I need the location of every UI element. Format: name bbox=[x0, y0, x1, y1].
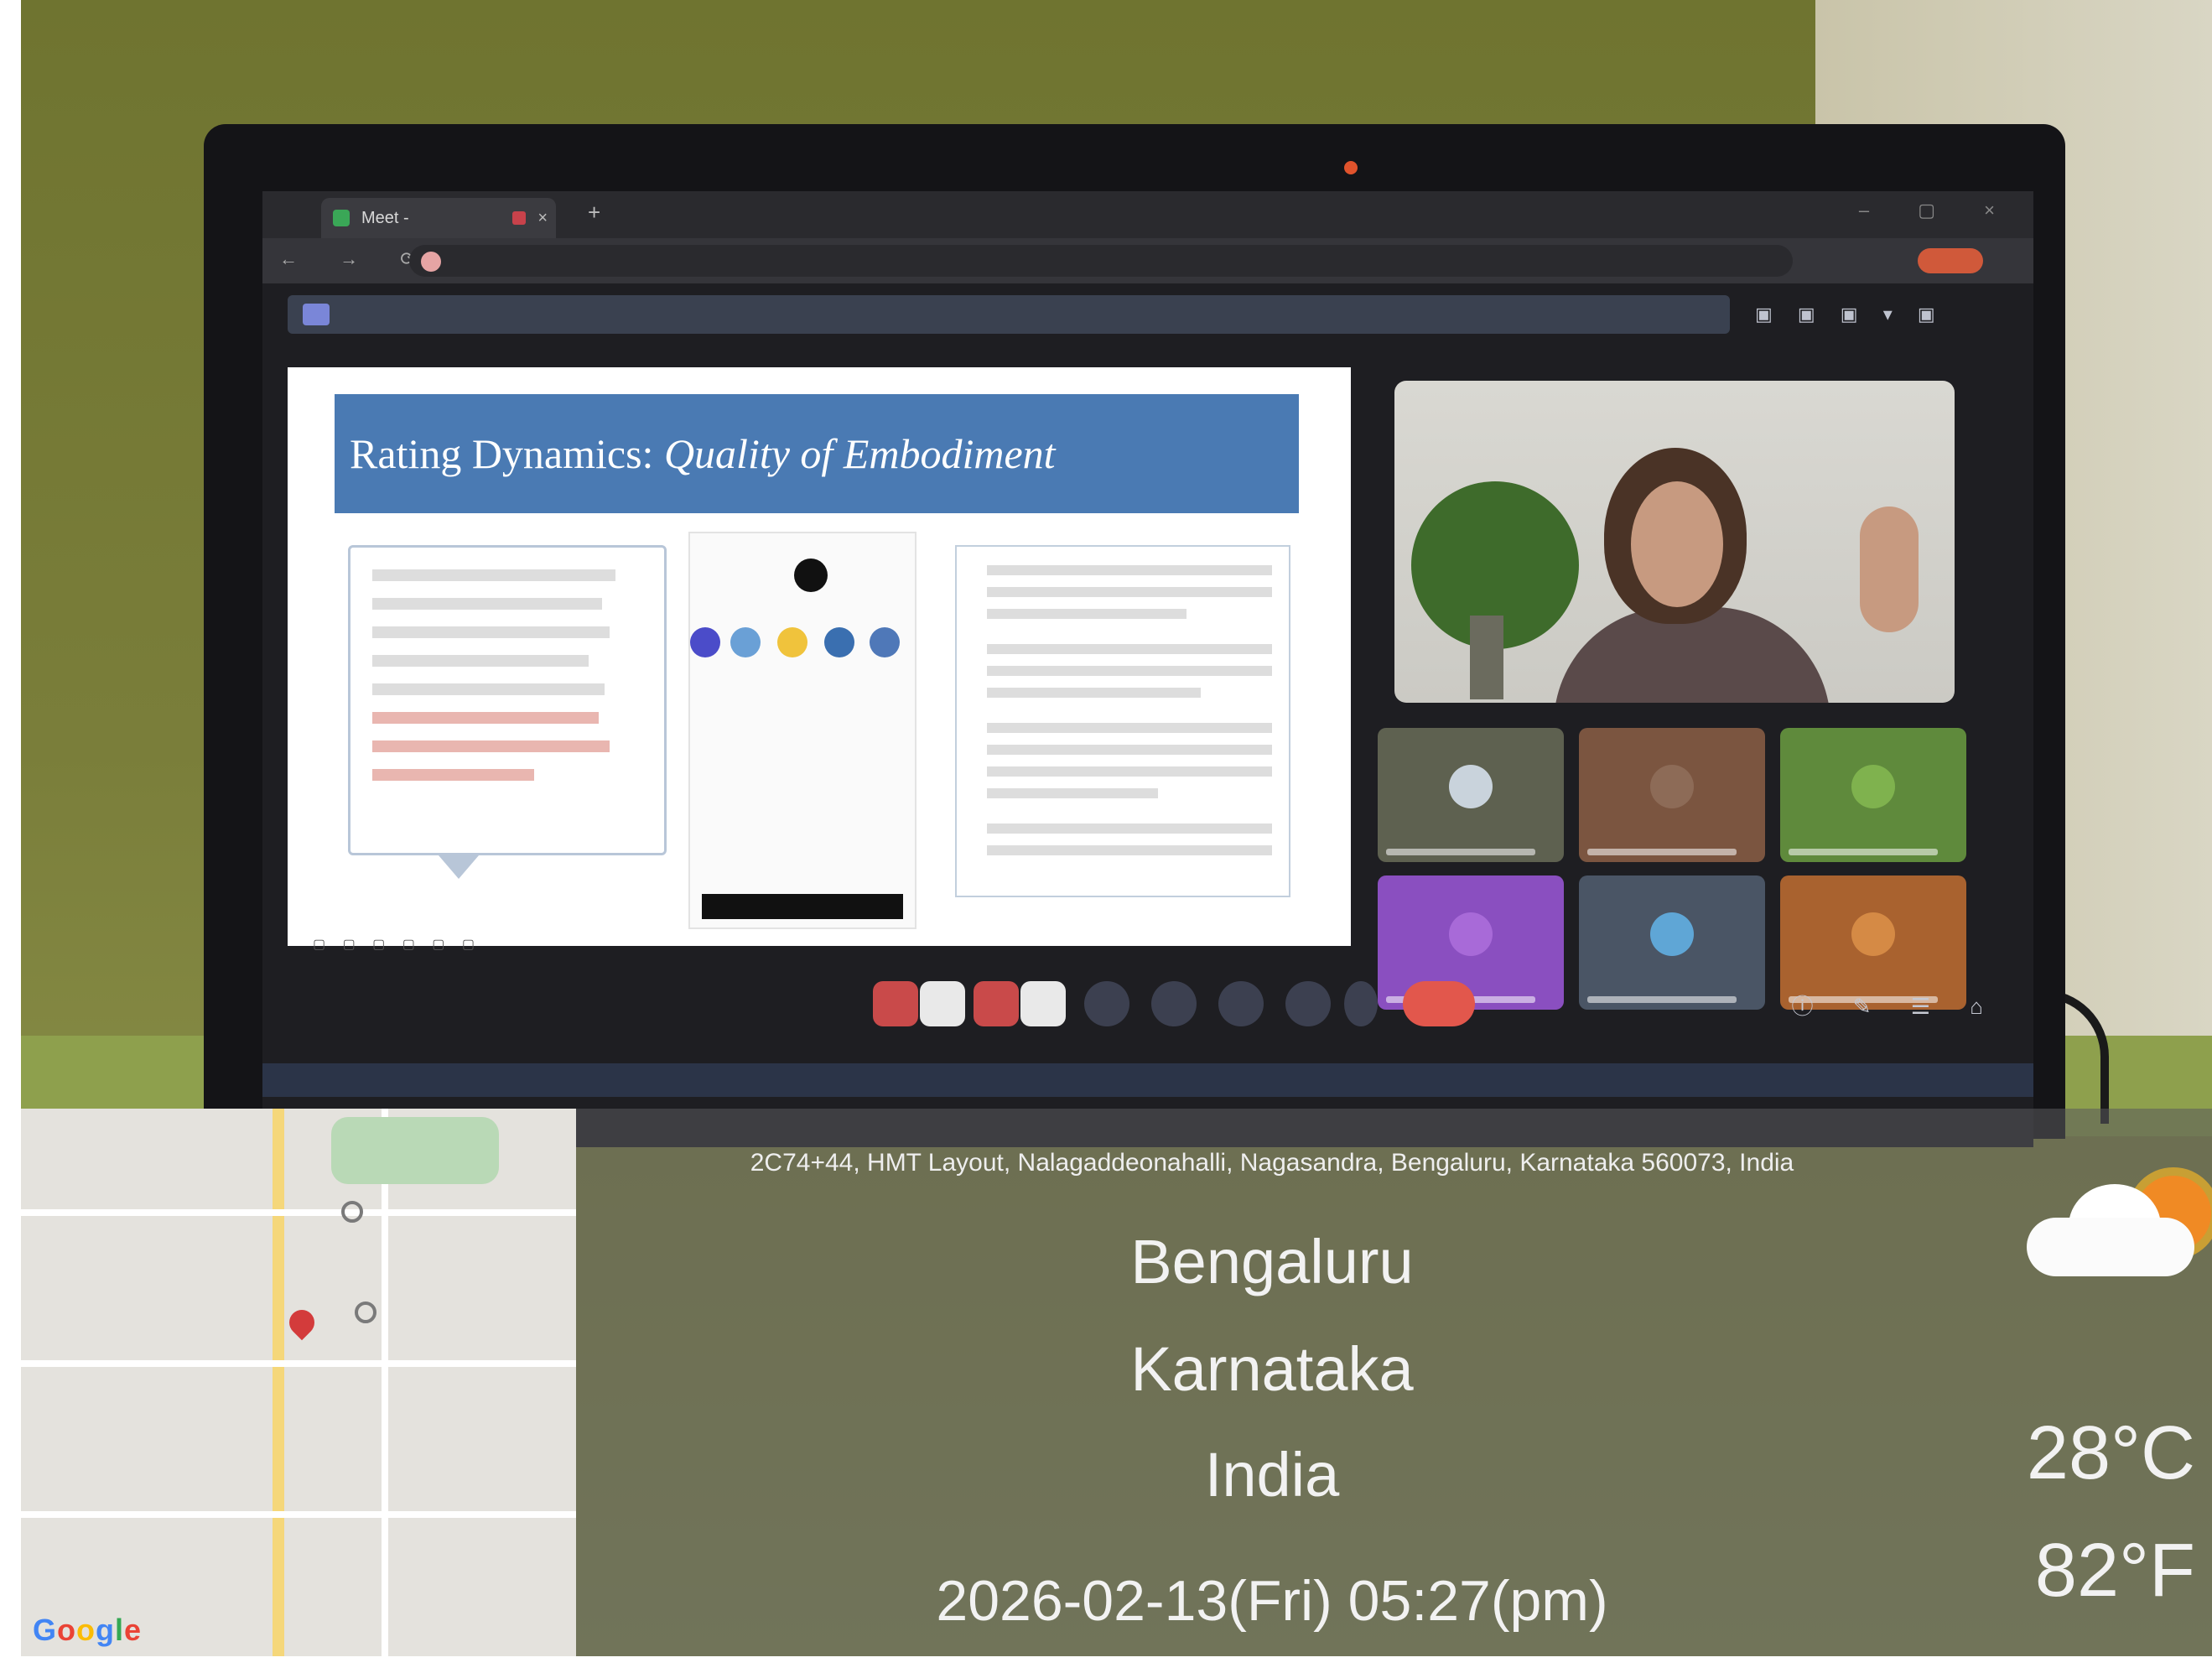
quote-callout bbox=[348, 545, 667, 855]
address-text: 2C74+44, HMT Layout, Nalagaddeonahalli, … bbox=[750, 1149, 1794, 1177]
location-map: Google bbox=[21, 1109, 576, 1656]
new-tab-button[interactable]: + bbox=[588, 200, 600, 226]
camera-off-button[interactable] bbox=[974, 981, 1019, 1026]
participant-name bbox=[1789, 849, 1938, 855]
avatar bbox=[1851, 765, 1895, 808]
city-text: Bengaluru bbox=[1130, 1227, 1414, 1296]
speaker-video-tile[interactable] bbox=[1394, 381, 1955, 703]
map-road bbox=[21, 1511, 576, 1518]
meet-logo-icon bbox=[303, 304, 330, 325]
avatar bbox=[1650, 912, 1694, 956]
app-screenshot bbox=[688, 532, 916, 929]
avatar bbox=[1851, 912, 1895, 956]
google-logo: Google bbox=[33, 1613, 143, 1647]
datetime-text: 2026-02-13(Fri) 05:27(pm) bbox=[936, 1569, 1608, 1633]
location-pin-icon bbox=[283, 1304, 320, 1341]
state-text: Karnataka bbox=[1130, 1334, 1414, 1404]
avatar bbox=[1650, 765, 1694, 808]
map-road bbox=[382, 1109, 388, 1656]
geotag-panel: 2C74+44, HMT Layout, Nalagaddeonahalli, … bbox=[576, 1109, 2212, 1656]
camera-options-button[interactable] bbox=[1020, 981, 1066, 1026]
present-button[interactable] bbox=[1218, 981, 1264, 1026]
shared-slide: Rating Dynamics: Quality of Embodiment ▢… bbox=[288, 367, 1351, 952]
side-panel-icons[interactable]: ⓘ ✎ ☰ ⌂ bbox=[1792, 990, 2000, 1021]
temperature-fahrenheit: 82°F bbox=[2034, 1529, 2195, 1613]
more-options-button[interactable] bbox=[1344, 981, 1378, 1026]
map-road bbox=[21, 1209, 576, 1216]
browser-tab-bar: Meet - × + – ▢ × bbox=[262, 191, 2033, 238]
reactions-button[interactable] bbox=[1151, 981, 1197, 1026]
quote-pointer bbox=[439, 855, 479, 879]
window-controls[interactable]: – ▢ × bbox=[1859, 200, 2017, 221]
captions-button[interactable] bbox=[1084, 981, 1129, 1026]
meeting-controls: ⓘ ✎ ☰ ⌂ bbox=[262, 971, 2033, 1038]
submit-bar bbox=[702, 894, 903, 919]
browser-toolbar: ← → ⟳ bbox=[262, 238, 2033, 283]
mic-off-button[interactable] bbox=[873, 981, 918, 1026]
leave-call-button[interactable] bbox=[1403, 981, 1475, 1026]
map-road bbox=[21, 1360, 576, 1367]
slide-title: Rating Dynamics: Quality of Embodiment bbox=[335, 394, 1299, 513]
webcam-light bbox=[1344, 161, 1358, 174]
cloud-shape bbox=[2027, 1218, 2194, 1276]
country-text: India bbox=[1204, 1440, 1340, 1509]
participant-tile[interactable] bbox=[1780, 728, 1966, 862]
meeting-info-icons[interactable]: ▣ ▣ ▣ ▾ ▣ bbox=[1755, 304, 1945, 325]
slide-footer-controls[interactable]: ▢ ▢ ▢ ▢ ▢ ▢ bbox=[313, 936, 481, 953]
presenting-banner bbox=[288, 295, 1730, 334]
speaker-hand bbox=[1860, 507, 1919, 632]
slide-title-plain: Rating Dynamics: bbox=[350, 430, 664, 477]
emoji-icon bbox=[777, 627, 807, 657]
participant-tile[interactable] bbox=[1378, 728, 1564, 862]
raise-hand-button[interactable] bbox=[1285, 981, 1331, 1026]
profile-button[interactable] bbox=[1918, 248, 1983, 273]
emoji-icon bbox=[730, 627, 761, 657]
avatar bbox=[1449, 912, 1493, 956]
map-road bbox=[273, 1109, 284, 1656]
recording-indicator-icon bbox=[512, 211, 526, 225]
os-taskbar bbox=[262, 1063, 2033, 1097]
slide-bullets bbox=[955, 545, 1290, 897]
meet-favicon-icon bbox=[333, 210, 350, 226]
emoji-icon bbox=[870, 627, 900, 657]
participant-name bbox=[1587, 849, 1737, 855]
mic-options-button[interactable] bbox=[920, 981, 965, 1026]
map-park bbox=[331, 1117, 499, 1184]
speaker-face bbox=[1631, 481, 1723, 607]
laptop: Meet - × + – ▢ × ← → ⟳ ▣ ▣ ▣ ▾ ▣ Rating … bbox=[204, 124, 2065, 1147]
laptop-screen: Meet - × + – ▢ × ← → ⟳ ▣ ▣ ▣ ▾ ▣ Rating … bbox=[262, 191, 2033, 1147]
profile-dot bbox=[794, 559, 828, 592]
site-info-icon[interactable] bbox=[421, 252, 441, 272]
tab-close-icon[interactable]: × bbox=[537, 198, 548, 238]
tab-title: Meet - bbox=[361, 209, 409, 227]
plant-stem bbox=[1470, 616, 1503, 699]
emoji-icon bbox=[690, 627, 720, 657]
slide-title-italic: Quality of Embodiment bbox=[663, 430, 1056, 477]
poi-icon bbox=[341, 1201, 363, 1223]
participant-tile[interactable] bbox=[1579, 728, 1765, 862]
emoji-icon bbox=[824, 627, 854, 657]
avatar bbox=[1449, 765, 1493, 808]
temperature-celsius: 28°C bbox=[2026, 1411, 2195, 1495]
participant-name bbox=[1386, 849, 1535, 855]
partly-cloudy-icon bbox=[2010, 1159, 2211, 1285]
address-bar[interactable] bbox=[409, 245, 1793, 277]
poi-icon bbox=[355, 1302, 376, 1323]
browser-tab[interactable]: Meet - × bbox=[321, 198, 556, 238]
